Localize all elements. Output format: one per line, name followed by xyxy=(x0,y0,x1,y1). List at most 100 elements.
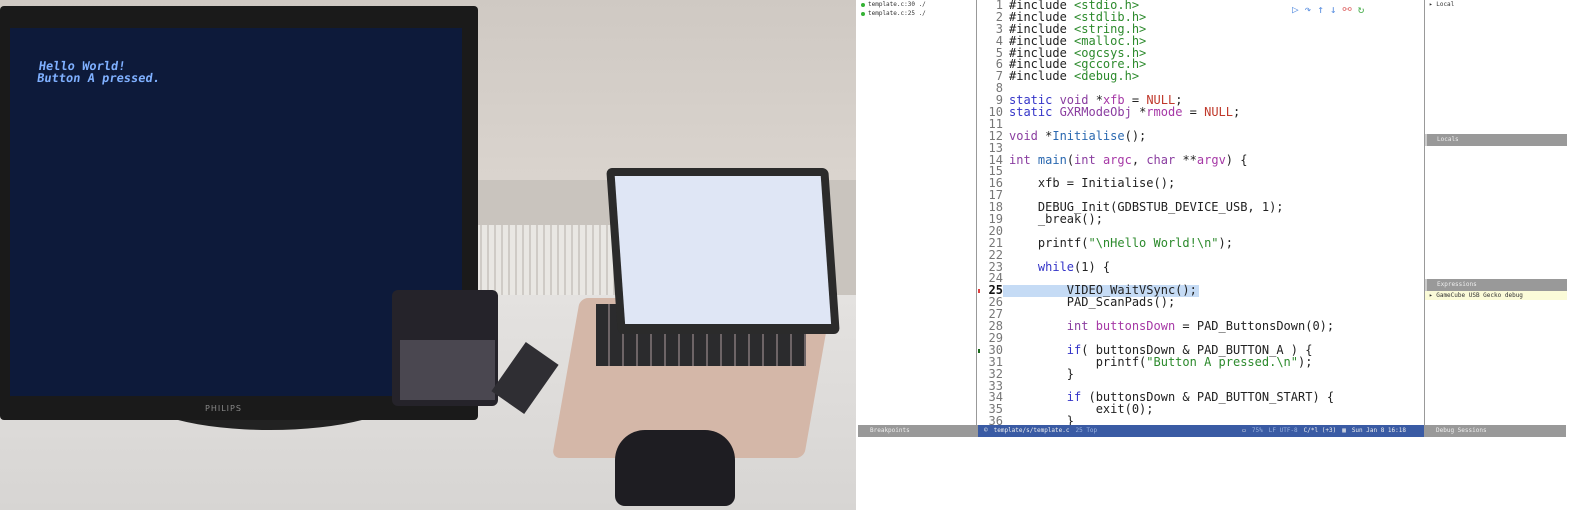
current-line-arrow-icon xyxy=(978,289,980,294)
code-token: argc xyxy=(1102,152,1132,167)
debug-sessions-tab[interactable]: Debug Sessions xyxy=(1424,425,1566,437)
disconnect-icon[interactable]: ⚯ xyxy=(1343,3,1352,16)
code-token: rmode xyxy=(1146,105,1183,120)
breakpoint-dot-icon xyxy=(861,12,865,16)
laptop-screen xyxy=(614,176,832,324)
code-token: printf( xyxy=(1009,235,1089,250)
code-text: } xyxy=(1009,367,1074,381)
status-right: ▭ 75% LF UTF-8 C/*l (+3) ▦ Sun Jan 8 16:18 xyxy=(1242,425,1412,437)
code-line[interactable]: 19 _break(); xyxy=(978,212,1424,226)
breakpoint-label: template.c:25 ./ xyxy=(868,10,926,17)
code-line[interactable]: 36 } xyxy=(978,414,1424,425)
monitor-brand: PHILIPS xyxy=(205,404,242,413)
code-text: int buttonsDown = PAD_ButtonsDown(0); xyxy=(1009,319,1334,333)
debug-toolbar: ▷ ↷ ↑ ↓ ⚯ ↻ xyxy=(1292,3,1364,16)
file-path: template/s/template.c xyxy=(993,427,1070,434)
breakpoint-marker-icon xyxy=(978,348,980,353)
code-token: ); xyxy=(1298,354,1313,369)
calendar-icon: ▦ xyxy=(1342,427,1346,434)
cursor-position: 25 Top xyxy=(1075,427,1098,434)
code-text: xfb = Initialise(); xyxy=(1009,176,1175,190)
code-line[interactable]: 16 xfb = Initialise(); xyxy=(978,176,1424,190)
breakpoints-panel: template.c:30 ./ template.c:25 ./ xyxy=(858,0,977,425)
code-token: #include xyxy=(1009,69,1075,84)
monitor-output: Hello World! Button A pressed. xyxy=(36,59,162,85)
line-number[interactable]: 36 xyxy=(978,415,1003,425)
code-token: } xyxy=(1009,366,1075,381)
expressions-header[interactable]: Expressions xyxy=(1425,279,1567,291)
code-line[interactable]: 28 int buttonsDown = PAD_ButtonsDown(0); xyxy=(978,319,1424,333)
code-token: ) { xyxy=(1225,152,1248,167)
code-token: "\nHello World!\n" xyxy=(1088,235,1219,250)
code-line[interactable]: 26 PAD_ScanPads(); xyxy=(978,295,1424,309)
code-token: ); xyxy=(1218,235,1233,250)
code-line[interactable]: 10 static GXRModeObj *rmode = NULL; xyxy=(978,105,1424,119)
code-text: while(1) { xyxy=(1009,260,1110,274)
code-token: argv xyxy=(1196,152,1226,167)
locals-header[interactable]: Locals xyxy=(1425,134,1567,146)
code-token: static xyxy=(1009,105,1060,120)
laptop xyxy=(606,168,840,334)
breakpoints-tab[interactable]: Breakpoints xyxy=(858,425,978,437)
step-over-icon[interactable]: ↷ xyxy=(1305,3,1312,16)
code-token: xfb = Initialise(); xyxy=(1009,176,1176,191)
gamecube-front xyxy=(400,340,495,400)
debug-side-panel: ▸ Local Locals Expressions ▸ GameCube US… xyxy=(1424,0,1567,425)
file-icon: © xyxy=(984,427,988,434)
code-token: , xyxy=(1131,152,1147,167)
breakpoint-item[interactable]: template.c:30 ./ xyxy=(858,0,976,9)
code-line[interactable]: 23 while(1) { xyxy=(978,260,1424,274)
code-token: <debug.h> xyxy=(1074,69,1140,84)
code-token: = PAD_ButtonsDown(0); xyxy=(1175,319,1335,334)
code-text: } xyxy=(1009,414,1074,425)
code-token: GXRModeObj xyxy=(1059,105,1140,120)
battery-icon: ▭ xyxy=(1242,427,1246,434)
battery-level: 75% xyxy=(1251,427,1263,434)
code-token: ** xyxy=(1182,152,1197,167)
code-text: int main(int argc, char **argv) { xyxy=(1009,153,1247,167)
code-text: printf("\nHello World!\n"); xyxy=(1009,236,1233,250)
major-mode: C/*l (+3) xyxy=(1303,427,1337,434)
photo-gamecube-setup: PHILIPS Hello World! Button A pressed. xyxy=(0,0,856,510)
gamecube-controller xyxy=(615,430,735,506)
code-text: static GXRModeObj *rmode = NULL; xyxy=(1009,105,1240,119)
code-line[interactable]: 7 #include <debug.h> xyxy=(978,69,1424,83)
breakpoint-dot-icon xyxy=(861,3,865,7)
code-line[interactable]: 21 printf("\nHello World!\n"); xyxy=(978,236,1424,250)
step-out-icon[interactable]: ↑ xyxy=(1317,3,1324,16)
code-token: while xyxy=(1037,259,1075,274)
code-text: PAD_ScanPads(); xyxy=(1009,295,1175,309)
code-token: "Button A pressed.\n" xyxy=(1146,354,1298,369)
code-token: Initialise xyxy=(1052,128,1125,143)
code-token: = xyxy=(1182,105,1205,120)
mode-line: © template/s/template.c 25 Top ▭ 75% LF UTF-… xyxy=(978,425,1424,437)
code-token: _break(); xyxy=(1009,212,1103,227)
local-item[interactable]: ▸ Local xyxy=(1429,1,1454,8)
restart-icon[interactable]: ↻ xyxy=(1358,3,1365,16)
code-token: } xyxy=(1009,414,1075,425)
status-bar: Breakpoints © template/s/template.c 25 Top… xyxy=(858,425,1566,437)
code-token: int xyxy=(1066,319,1096,334)
breakpoint-item[interactable]: template.c:25 ./ xyxy=(858,9,976,18)
code-token: PAD_ScanPads(); xyxy=(1009,295,1176,310)
expression-item[interactable]: ▸ GameCube USB Gecko debug xyxy=(1425,291,1567,300)
code-text: _break(); xyxy=(1009,212,1103,226)
datetime: Sun Jan 8 16:18 xyxy=(1351,427,1406,434)
code-token: int xyxy=(1074,152,1103,167)
ide-window: template.c:30 ./ template.c:25 ./ 1 #incl… xyxy=(858,0,1580,438)
code-editor[interactable]: 1 #include <stdio.h> 2 #include <stdlib.h> 3… xyxy=(978,0,1424,425)
continue-icon[interactable]: ▷ xyxy=(1292,3,1299,16)
encoding: LF UTF-8 xyxy=(1268,427,1298,434)
code-line[interactable]: 14 int main(int argc, char **argv) { xyxy=(978,153,1424,167)
code-token: ; xyxy=(1233,105,1241,120)
monitor-line: Button A pressed. xyxy=(36,71,161,85)
code-token: ( xyxy=(1066,152,1075,167)
code-token: int xyxy=(1009,152,1038,167)
code-line[interactable]: 32 } xyxy=(978,367,1424,381)
step-into-icon[interactable]: ↓ xyxy=(1330,3,1337,16)
code-token: (); xyxy=(1124,128,1147,143)
code-line[interactable]: 12 void *Initialise(); xyxy=(978,128,1424,143)
code-token: buttonsDown xyxy=(1095,319,1176,334)
code-text: #include <debug.h> xyxy=(1009,69,1139,83)
